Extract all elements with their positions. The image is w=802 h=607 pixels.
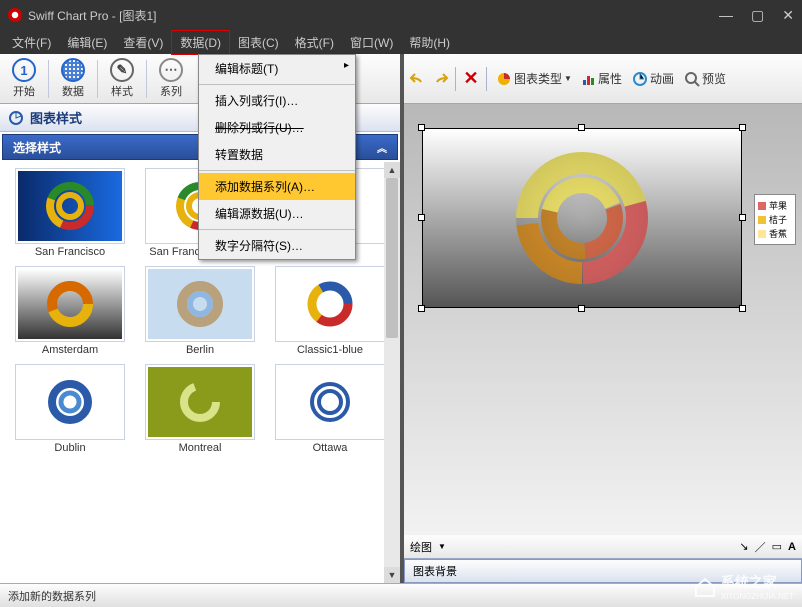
- toolbar-start[interactable]: 1开始: [6, 56, 42, 101]
- undo-button[interactable]: [408, 69, 428, 89]
- status-bar: 添加新的数据系列: [0, 583, 802, 607]
- app-icon: [8, 8, 22, 22]
- menu-help[interactable]: 帮助(H): [401, 31, 458, 54]
- redo-button[interactable]: [430, 69, 450, 89]
- rect-icon[interactable]: ▭: [772, 540, 782, 553]
- maximize-button[interactable]: ▢: [751, 7, 764, 24]
- scroll-up-icon[interactable]: ▲: [384, 162, 400, 178]
- toolbar-style[interactable]: ✎样式: [104, 56, 140, 101]
- draw-label: 绘图: [410, 539, 432, 555]
- panel-title: 图表样式: [30, 108, 82, 127]
- status-text: 添加新的数据系列: [8, 588, 96, 604]
- style-icon: [8, 110, 24, 126]
- menu-insert-rowcol[interactable]: 插入列或行(I)…: [199, 87, 355, 114]
- styles-scrollbar[interactable]: ▲ ▼: [384, 162, 400, 583]
- style-ottawa[interactable]: Ottawa: [266, 364, 394, 460]
- right-panel: ✕ 图表类型▼ 属性 动画 预览: [404, 54, 802, 583]
- style-berlin[interactable]: Berlin: [136, 266, 264, 362]
- menu-window[interactable]: 窗口(W): [342, 31, 401, 54]
- animation-button[interactable]: 动画: [628, 68, 678, 89]
- preview-icon: [684, 71, 700, 87]
- close-button[interactable]: ✕: [782, 7, 794, 24]
- menu-chart[interactable]: 图表(C): [230, 31, 287, 54]
- chart-type-button[interactable]: 图表类型▼: [492, 68, 576, 89]
- menu-view[interactable]: 查看(V): [115, 31, 171, 54]
- scroll-thumb[interactable]: [386, 178, 398, 338]
- style-classic1-blue[interactable]: Classic1-blue: [266, 266, 394, 362]
- toolbar-series[interactable]: ⋯系列: [153, 56, 189, 101]
- menu-delete-rowcol[interactable]: 删除列或行(U)…: [199, 114, 355, 141]
- chart-canvas[interactable]: 苹果 桔子 香蕉: [404, 104, 802, 535]
- menu-transpose[interactable]: 转置数据: [199, 141, 355, 168]
- properties-icon: [582, 72, 596, 86]
- animation-icon: [632, 71, 648, 87]
- toolbar-data[interactable]: 数据: [55, 56, 91, 101]
- delete-button[interactable]: ✕: [461, 69, 481, 89]
- drawing-toolbar: 绘图▼ ↘ ／ ▭ A: [404, 535, 802, 559]
- menu-file[interactable]: 文件(F): [4, 31, 59, 54]
- menu-format[interactable]: 格式(F): [287, 31, 342, 54]
- minimize-button[interactable]: —: [719, 7, 733, 24]
- watermark: 系统之家 XITONGZHIJIA.NET: [693, 572, 794, 601]
- properties-button[interactable]: 属性: [578, 68, 626, 89]
- menu-number-sep[interactable]: 数字分隔符(S)…: [199, 232, 355, 259]
- donut-chart: [512, 148, 652, 288]
- menu-add-series[interactable]: 添加数据系列(A)…: [199, 173, 355, 200]
- chart-object[interactable]: [422, 128, 742, 308]
- menu-edit-titles[interactable]: 编辑标题(T): [199, 55, 355, 82]
- chart-legend[interactable]: 苹果 桔子 香蕉: [754, 194, 796, 245]
- menu-data[interactable]: 数据(D): [171, 30, 230, 55]
- text-icon[interactable]: A: [788, 541, 796, 553]
- preview-button[interactable]: 预览: [680, 68, 730, 89]
- right-toolbar: ✕ 图表类型▼ 属性 动画 预览: [404, 54, 802, 104]
- window-titlebar: Swiff Chart Pro - [图表1] — ▢ ✕: [0, 0, 802, 30]
- line-icon[interactable]: ／: [755, 539, 766, 555]
- style-dublin[interactable]: Dublin: [6, 364, 134, 460]
- window-title: Swiff Chart Pro - [图表1]: [28, 7, 156, 24]
- chart-type-icon: [496, 71, 512, 87]
- arrow-icon[interactable]: ↘: [739, 540, 748, 553]
- style-montreal[interactable]: Montreal: [136, 364, 264, 460]
- menu-edit[interactable]: 编辑(E): [59, 31, 115, 54]
- scroll-down-icon[interactable]: ▼: [384, 567, 400, 583]
- menu-edit-source[interactable]: 编辑源数据(U)…: [199, 200, 355, 227]
- menu-bar: 文件(F) 编辑(E) 查看(V) 数据(D) 图表(C) 格式(F) 窗口(W…: [0, 30, 802, 54]
- chart-selection-frame[interactable]: [422, 128, 742, 308]
- style-san-francisco[interactable]: San Francisco: [6, 168, 134, 264]
- style-amsterdam[interactable]: Amsterdam: [6, 266, 134, 362]
- chevron-up-icon: ︽: [377, 140, 387, 155]
- data-dropdown: 编辑标题(T) 插入列或行(I)… 删除列或行(U)… 转置数据 添加数据系列(…: [198, 54, 356, 260]
